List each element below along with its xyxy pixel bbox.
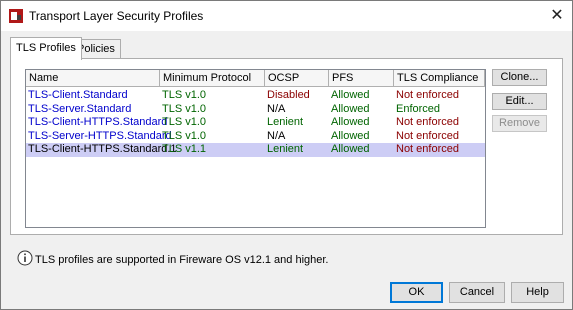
- row-name: TLS-Server.Standard: [28, 102, 132, 115]
- column-header-ocsp[interactable]: OCSP: [265, 70, 329, 87]
- row-ocsp: Lenient: [267, 116, 304, 128]
- row-compliance: Not enforced: [396, 89, 459, 101]
- close-icon[interactable]: ✕: [546, 5, 568, 25]
- remove-button[interactable]: Remove: [492, 115, 547, 132]
- column-header-minimum-protocol[interactable]: Minimum Protocol: [160, 70, 265, 87]
- clone-button[interactable]: Clone...: [492, 69, 547, 86]
- table-row[interactable]: TLS-Server.Standard TLS v1.0 N/A Allowed…: [26, 103, 485, 117]
- row-ocsp: Disabled: [267, 89, 310, 101]
- row-protocol: TLS v1.0: [162, 89, 207, 101]
- row-pfs: Allowed: [331, 143, 370, 155]
- row-name: TLS-Server-HTTPS.Standard: [28, 129, 172, 142]
- row-protocol: TLS v1.0: [162, 102, 207, 115]
- row-ocsp: Lenient: [267, 143, 304, 155]
- help-button[interactable]: Help: [511, 282, 564, 303]
- column-header-tls-compliance[interactable]: TLS Compliance: [394, 70, 485, 87]
- table-row[interactable]: TLS-Server-HTTPS.Standard TLS v1.0 N/A A…: [26, 130, 485, 144]
- row-pfs: Allowed: [331, 89, 370, 101]
- row-compliance: Enforced: [396, 102, 441, 115]
- row-compliance: Not enforced: [396, 143, 459, 155]
- info-message: TLS profiles are supported in Fireware O…: [35, 254, 329, 266]
- table-row[interactable]: TLS-Client.Standard TLS v1.0 Disabled Al…: [26, 89, 485, 103]
- tls-profiles-dialog: Transport Layer Security Profiles ✕ TLS …: [0, 0, 573, 310]
- tls-profiles-panel: Name Minimum Protocol OCSP PFS TLS Compl…: [10, 58, 563, 235]
- row-pfs: Allowed: [331, 102, 370, 115]
- row-name: TLS-Client-HTTPS.Standard.1: [28, 143, 177, 155]
- row-compliance: Not enforced: [396, 129, 459, 142]
- title-bar: Transport Layer Security Profiles ✕: [1, 1, 572, 31]
- table-header: Name Minimum Protocol OCSP PFS TLS Compl…: [26, 70, 485, 87]
- row-protocol: TLS v1.1: [162, 143, 207, 155]
- row-name: TLS-Client.Standard: [28, 89, 128, 101]
- edit-button[interactable]: Edit...: [492, 93, 547, 110]
- profiles-table[interactable]: Name Minimum Protocol OCSP PFS TLS Compl…: [25, 69, 486, 228]
- row-protocol: TLS v1.0: [162, 129, 207, 142]
- table-row-selected[interactable]: TLS-Client-HTTPS.Standard.1 TLS v1.1 Len…: [26, 143, 485, 157]
- tab-tls-profiles[interactable]: TLS Profiles: [10, 37, 82, 60]
- column-header-name[interactable]: Name: [26, 70, 160, 87]
- table-row[interactable]: TLS-Client-HTTPS.Standard TLS v1.0 Lenie…: [26, 116, 485, 130]
- window-title: Transport Layer Security Profiles: [29, 9, 204, 23]
- row-pfs: Allowed: [331, 129, 370, 142]
- column-header-pfs[interactable]: PFS: [329, 70, 394, 87]
- info-icon: [17, 250, 33, 266]
- ok-button[interactable]: OK: [390, 282, 443, 303]
- row-name: TLS-Client-HTTPS.Standard: [28, 116, 168, 128]
- row-ocsp: N/A: [267, 102, 286, 115]
- firebox-app-icon: [9, 9, 23, 23]
- cancel-button[interactable]: Cancel: [449, 282, 505, 303]
- row-compliance: Not enforced: [396, 116, 459, 128]
- row-ocsp: N/A: [267, 129, 286, 142]
- row-protocol: TLS v1.0: [162, 116, 207, 128]
- row-pfs: Allowed: [331, 116, 370, 128]
